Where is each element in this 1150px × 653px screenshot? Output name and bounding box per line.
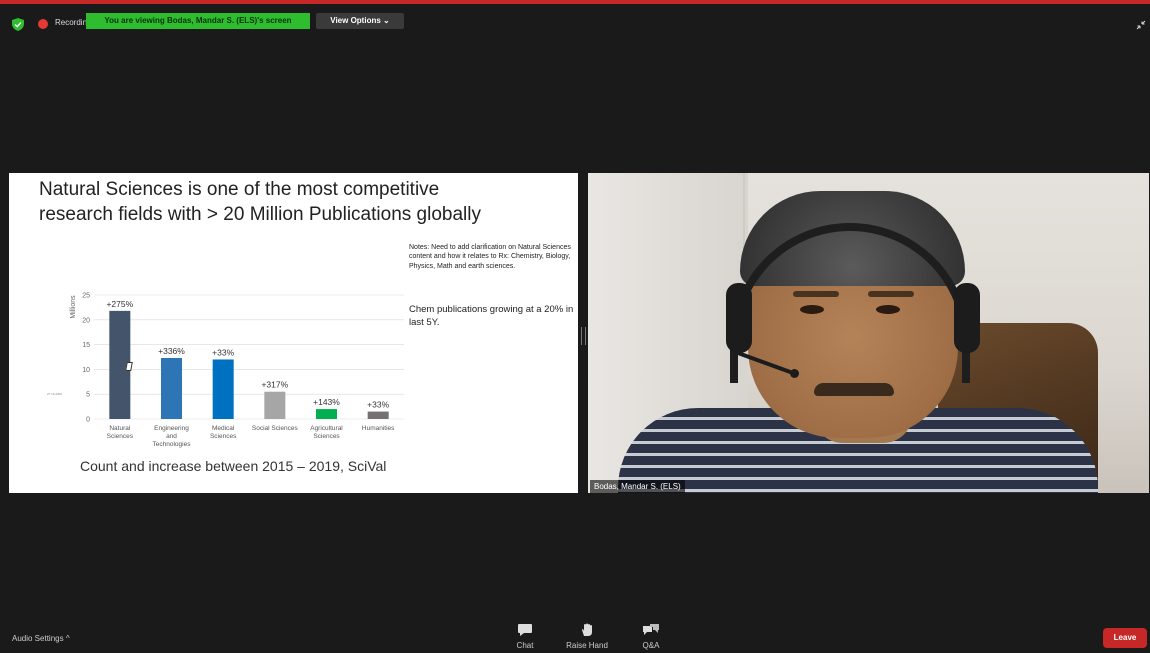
top-bar: Recording You are viewing Bodas, Mandar … <box>0 4 1150 34</box>
x-tick-label: Medical <box>212 425 235 432</box>
headset-earcup <box>726 283 752 353</box>
x-tick-label: Natural <box>109 425 131 432</box>
growth-data-label: +143% <box>313 397 340 407</box>
shared-screen-slide: Natural Sciences is one of the most comp… <box>9 173 578 493</box>
viewing-banner: You are viewing Bodas, Mandar S. (ELS)'s… <box>86 13 310 29</box>
chat-icon <box>518 624 532 636</box>
growth-data-label: +317% <box>261 380 288 390</box>
leave-button[interactable]: Leave <box>1103 628 1147 648</box>
qa-button[interactable]: Q&A <box>634 623 668 650</box>
y-tick-label: 10 <box>82 367 90 374</box>
audio-settings-button[interactable]: Audio Settings ^ <box>12 634 70 643</box>
y-tick-label: 20 <box>82 317 90 324</box>
participant-video[interactable] <box>588 173 1149 493</box>
audio-settings-label: Audio Settings <box>12 634 64 643</box>
headset-earcup <box>954 283 980 353</box>
exit-fullscreen-icon[interactable] <box>1136 20 1146 30</box>
chevron-down-icon: ⌄ <box>383 16 390 25</box>
chart-bar <box>212 359 234 419</box>
participant-name-tag: Bodas, Mandar S. (ELS) <box>590 480 685 493</box>
bar-chart: 0510152025Millions +275%NaturalSciences+3… <box>70 293 404 448</box>
chat-button[interactable]: Chat <box>508 623 542 650</box>
view-options-button[interactable]: View Options ⌄ <box>316 13 404 29</box>
raise-hand-label: Raise Hand <box>566 641 608 650</box>
x-tick-label: Sciences <box>107 433 134 440</box>
y-axis-label: Millions <box>70 295 77 319</box>
shield-icon[interactable] <box>12 18 24 31</box>
x-tick-label: and <box>166 433 177 440</box>
video-background-door <box>593 173 745 283</box>
x-tick-label: Sciences <box>313 433 340 440</box>
raise-hand-icon <box>582 623 592 636</box>
split-view-handle[interactable] <box>581 327 586 345</box>
growth-data-label: +275% <box>106 299 133 309</box>
chart-bar <box>367 411 389 419</box>
video-mustache <box>814 383 894 396</box>
qa-label: Q&A <box>642 641 660 650</box>
chat-label: Chat <box>516 641 534 650</box>
growth-data-label: +33% <box>367 400 389 410</box>
recording-icon[interactable] <box>38 19 48 29</box>
x-tick-label: Humanities <box>362 425 395 432</box>
chevron-up-icon: ^ <box>65 634 70 643</box>
chart-bar <box>161 357 182 419</box>
x-tick-label: Agricultural <box>310 425 343 432</box>
view-options-label: View Options <box>330 16 381 25</box>
growth-data-label: +33% <box>212 347 234 357</box>
qa-icon <box>643 624 659 635</box>
x-tick-label: Sciences <box>210 433 237 440</box>
y-tick-label: 0 <box>86 417 90 424</box>
raise-hand-button[interactable]: Raise Hand <box>560 623 614 650</box>
y-tick-label: 25 <box>82 293 90 300</box>
chart-bar <box>264 391 286 419</box>
x-tick-label: Engineering <box>154 425 189 432</box>
chart-bar <box>316 409 337 419</box>
y-tick-label: 15 <box>82 342 90 349</box>
x-tick-label: Social Sciences <box>252 425 299 432</box>
headset-mic <box>790 369 799 378</box>
slide-caption: Count and increase between 2015 – 2019, … <box>80 458 387 474</box>
y-tick-label: 5 <box>86 392 90 399</box>
x-tick-label: Technologies <box>153 441 192 448</box>
growth-data-label: +336% <box>158 346 185 356</box>
